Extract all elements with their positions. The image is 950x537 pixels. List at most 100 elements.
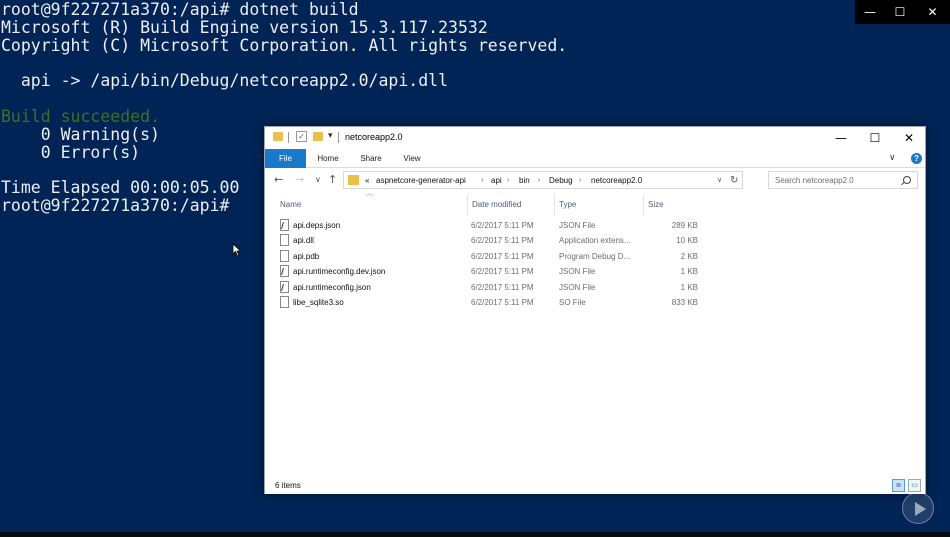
properties-icon[interactable]: ✓ (296, 131, 307, 142)
json-file-icon (280, 219, 289, 231)
breadcrumb-current[interactable]: netcoreapp2.0 (591, 172, 642, 189)
column-header-size[interactable]: Size (643, 194, 703, 216)
close-button[interactable]: ✕ (892, 127, 926, 149)
item-count: 6 items (275, 481, 301, 490)
file-type: JSON File (559, 221, 596, 230)
file-size: 289 KB (671, 221, 698, 230)
tab-home[interactable]: Home (310, 149, 346, 168)
taskbar-strip (0, 532, 950, 537)
tab-file[interactable]: File (265, 149, 306, 168)
file-icon (280, 296, 289, 308)
large-icons-view-icon[interactable]: ▭ (908, 479, 921, 492)
file-type: JSON File (559, 267, 596, 276)
column-header-name[interactable]: Name (275, 194, 469, 216)
console-line: Time Elapsed 00:00:05.00 (1, 178, 240, 197)
console-maximize-button[interactable]: ☐ (885, 0, 915, 24)
breadcrumb-item[interactable]: Debug (549, 172, 573, 189)
file-date: 6/2/2017 5:11 PM (471, 252, 534, 261)
file-row[interactable]: libe_sqlite3.so 6/2/2017 5:11 PM SO File… (275, 295, 705, 310)
file-type: Program Debug D... (559, 252, 631, 261)
console-line: root@9f227271a370:/api# dotnet build (1, 0, 359, 19)
file-size: 833 KB (671, 298, 698, 307)
file-date: 6/2/2017 5:11 PM (471, 298, 534, 307)
breadcrumb-separator-icon[interactable]: › (507, 172, 509, 189)
search-icon[interactable] (903, 176, 911, 184)
file-date: 6/2/2017 5:11 PM (471, 236, 534, 245)
refresh-icon[interactable]: ↻ (730, 172, 738, 189)
file-type: JSON File (559, 283, 596, 292)
file-row[interactable]: api.runtimeconfig.dev.json 6/2/2017 5:11… (275, 264, 705, 279)
address-bar[interactable]: « aspnetcore-generator-api › api › bin ›… (343, 171, 743, 189)
console-minimize-button[interactable]: — (855, 0, 885, 24)
customize-quick-access-icon[interactable]: ▾ (328, 130, 333, 141)
play-icon[interactable] (902, 492, 934, 524)
console-line: api -> /api/bin/Debug/netcoreapp2.0/api.… (1, 71, 449, 90)
file-size: 1 KB (680, 283, 698, 292)
file-list[interactable]: ︿ Name Date modified Type Size api.deps.… (265, 190, 925, 477)
file-size: 1 KB (680, 267, 698, 276)
file-row[interactable]: api.deps.json 6/2/2017 5:11 PM JSON File… (275, 218, 705, 233)
file-date: 6/2/2017 5:11 PM (471, 221, 534, 230)
tab-view[interactable]: View (395, 149, 429, 168)
tab-share[interactable]: Share (353, 149, 389, 168)
file-name: api.deps.json (293, 221, 341, 230)
console-prompt[interactable]: root@9f227271a370:/api# (1, 197, 229, 215)
details-view-icon[interactable]: ≣ (892, 479, 905, 492)
explorer-titlebar[interactable]: ✓ ▾ netcoreapp2.0 — ☐ ✕ (265, 127, 925, 149)
breadcrumb-item[interactable]: api (491, 172, 502, 189)
new-folder-icon[interactable] (313, 132, 323, 141)
json-file-icon (280, 265, 289, 277)
folder-icon (348, 175, 359, 185)
breadcrumb-separator-icon[interactable]: › (538, 172, 540, 189)
status-bar: 6 items ≣ ▭ (265, 477, 925, 494)
file-name: api.pdb (293, 252, 320, 261)
breadcrumb-overflow[interactable]: « (365, 172, 369, 189)
column-header-date[interactable]: Date modified (467, 194, 555, 216)
ribbon: File Home Share View ∨ ? (265, 149, 925, 168)
maximize-button[interactable]: ☐ (858, 127, 892, 149)
file-row[interactable]: api.runtimeconfig.json 6/2/2017 5:11 PM … (275, 280, 705, 295)
console-close-button[interactable]: ✕ (915, 0, 950, 24)
breadcrumb-item[interactable]: aspnetcore-generator-api (376, 172, 466, 189)
file-row[interactable]: api.dll 6/2/2017 5:11 PM Application ext… (275, 233, 705, 248)
file-name: api.runtimeconfig.dev.json (293, 267, 386, 276)
navigation-bar: ← → ∨ ↑ « aspnetcore-generator-api › api… (265, 168, 925, 192)
file-size: 10 KB (676, 236, 698, 245)
file-row[interactable]: api.pdb 6/2/2017 5:11 PM Program Debug D… (275, 249, 705, 264)
file-explorer-window[interactable]: ✓ ▾ netcoreapp2.0 — ☐ ✕ File Home Share … (264, 126, 926, 494)
minimize-button[interactable]: — (824, 127, 858, 149)
file-date: 6/2/2017 5:11 PM (471, 267, 534, 276)
breadcrumb-separator-icon[interactable]: › (481, 172, 483, 189)
divider (288, 132, 289, 143)
file-name: api.runtimeconfig.json (293, 283, 371, 292)
window-title: netcoreapp2.0 (345, 132, 403, 142)
file-date: 6/2/2017 5:11 PM (471, 283, 534, 292)
mouse-cursor-icon (232, 243, 242, 257)
file-icon (280, 250, 289, 262)
file-size: 2 KB (680, 252, 698, 261)
breadcrumb-separator-icon[interactable]: › (579, 172, 581, 189)
file-name: libe_sqlite3.so (293, 298, 344, 307)
back-button[interactable]: ← (274, 173, 283, 186)
search-placeholder: Search netcoreapp2.0 (775, 176, 854, 185)
json-file-icon (280, 281, 289, 293)
forward-button[interactable]: → (295, 173, 304, 186)
file-type: Application extens... (559, 236, 631, 245)
file-name: api.dll (293, 236, 314, 245)
address-dropdown-icon[interactable]: ∨ (717, 172, 722, 189)
folder-icon (273, 132, 283, 141)
console-line: Microsoft (R) Build Engine version 15.3.… (1, 18, 488, 37)
breadcrumb-item[interactable]: bin (519, 172, 530, 189)
console-line: 0 Error(s) (1, 143, 141, 162)
column-header-type[interactable]: Type (554, 194, 644, 216)
console-line-build-succeeded: Build succeeded. (1, 107, 160, 126)
console-line: 0 Warning(s) (1, 125, 160, 144)
up-button[interactable]: ↑ (328, 173, 337, 186)
recent-locations-button[interactable]: ∨ (315, 175, 321, 184)
expand-ribbon-icon[interactable]: ∨ (889, 152, 896, 163)
search-box[interactable]: Search netcoreapp2.0 (768, 171, 918, 189)
divider (338, 132, 339, 143)
help-icon[interactable]: ? (911, 153, 922, 164)
console-line: Copyright (C) Microsoft Corporation. All… (1, 36, 568, 55)
dll-file-icon (280, 234, 289, 246)
